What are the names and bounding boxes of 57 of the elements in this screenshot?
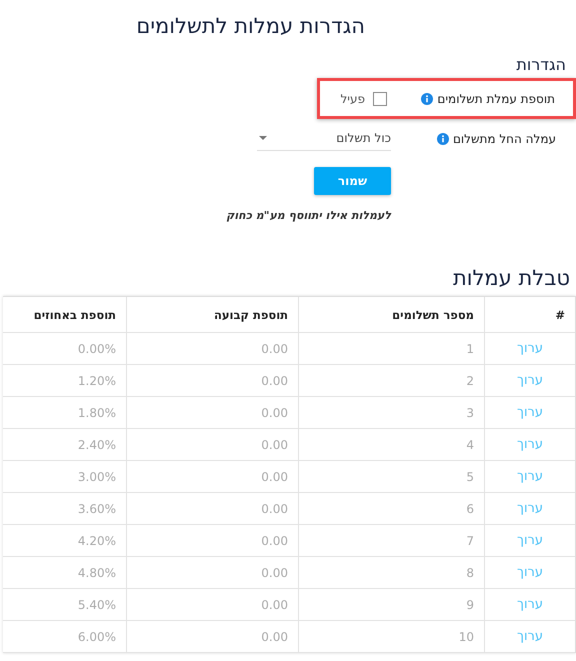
table-cell: 4.80% [78, 566, 116, 580]
field-label: עמלה החל מתשלום [452, 132, 556, 146]
caret-icon [259, 136, 267, 140]
table-cell: 0.00 [261, 342, 288, 356]
table-cell: 4 [466, 438, 474, 452]
select-field[interactable]: כול תשלום [257, 127, 391, 151]
page-title: הגדרות עמלות לתשלומים [135, 13, 366, 38]
edit-link[interactable]: ערוך [517, 469, 543, 484]
checkbox-label[interactable]: פעיל [340, 92, 365, 106]
save-button[interactable]: שמור [314, 167, 391, 195]
table-cell: 3.60% [78, 502, 116, 516]
info-icon[interactable] [421, 92, 434, 104]
table-cell: 10 [458, 630, 474, 644]
table-cell: 3.00% [78, 470, 116, 484]
table-cell: 0.00 [261, 598, 288, 612]
table-cell: 2 [466, 374, 474, 388]
note-text: לעמלות אילו יתווסף מע"מ כחוק [225, 208, 392, 222]
table-cell: 6.00% [78, 630, 116, 644]
table-cell: 1 [466, 342, 474, 356]
table-cell: 0.00 [261, 438, 288, 452]
column-header: תוספת קבועה [126, 297, 298, 332]
table-cell: 4.20% [78, 534, 116, 548]
table-cell: 0.00 [261, 374, 288, 388]
table-cell: 0.00 [261, 406, 288, 420]
table-cell: 0.00 [261, 630, 288, 644]
field-label: תוספת עמלת תשלומים [437, 92, 555, 106]
edit-link[interactable]: ערוך [517, 565, 543, 580]
table-cell: 0.00 [261, 534, 288, 548]
edit-link[interactable]: ערוך [517, 341, 543, 356]
table-cell: 2.40% [78, 438, 116, 452]
edit-link[interactable]: ערוך [517, 501, 543, 516]
table-cell: 5 [466, 470, 474, 484]
edit-link[interactable]: ערוך [517, 405, 543, 420]
column-header: # [484, 297, 575, 332]
table-cell: 0.00 [261, 470, 288, 484]
table-cell: 0.00 [261, 566, 288, 580]
edit-link[interactable]: ערוך [517, 533, 543, 548]
edit-link[interactable]: ערוך [517, 629, 543, 644]
table-cell: 0.00% [78, 342, 116, 356]
table-cell: 1.20% [78, 374, 116, 388]
info-icon[interactable] [436, 133, 449, 145]
section-title: הגדרות [515, 54, 567, 74]
checkbox[interactable] [373, 92, 387, 106]
table-cell: 7 [466, 534, 474, 548]
table-cell: 0.00 [261, 502, 288, 516]
table-title: טבלת עמלות [452, 265, 571, 290]
table-cell: 8 [466, 566, 474, 580]
table-cell: 6 [466, 502, 474, 516]
table-cell: 3 [466, 406, 474, 420]
edit-link[interactable]: ערוך [517, 373, 543, 388]
table-cell: 1.80% [78, 406, 116, 420]
edit-link[interactable]: ערוך [517, 437, 543, 452]
edit-link[interactable]: ערוך [517, 597, 543, 612]
column-header: מספר תשלומים [298, 297, 484, 332]
table-cell: 5.40% [78, 598, 116, 612]
table-cell: 9 [466, 598, 474, 612]
column-header: תוספת באחוזים [32, 306, 117, 324]
